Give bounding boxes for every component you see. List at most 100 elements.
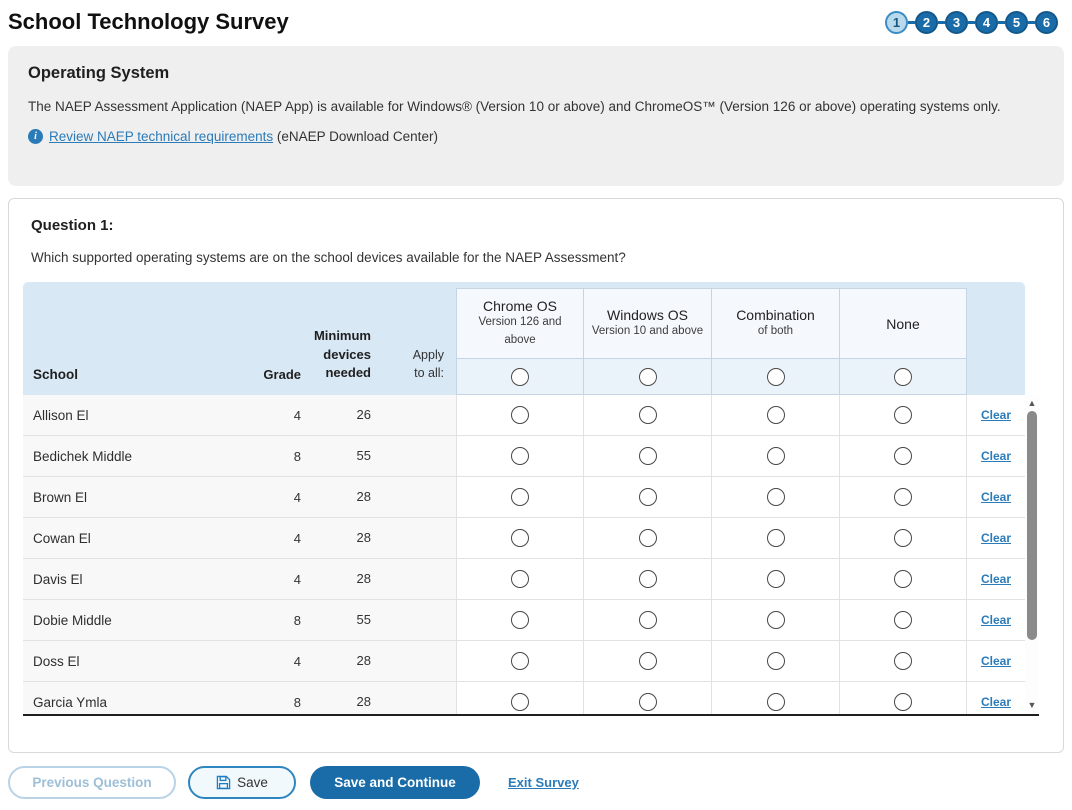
vertical-scrollbar[interactable]: ▲ ▼ <box>1025 395 1039 714</box>
grade-value: 4 <box>241 490 301 505</box>
radio-cell-windows-os <box>584 600 712 640</box>
radio-none[interactable] <box>894 488 912 506</box>
step-5[interactable]: 5 <box>1005 11 1028 34</box>
clear-row-link[interactable]: Clear <box>981 572 1011 586</box>
step-connector <box>938 21 945 24</box>
radio-combination[interactable] <box>767 693 785 711</box>
radio-cell-combination <box>712 518 840 558</box>
apply-all-cell <box>584 359 711 394</box>
radio-none[interactable] <box>894 652 912 670</box>
clear-row-link[interactable]: Clear <box>981 490 1011 504</box>
save-and-continue-button[interactable]: Save and Continue <box>310 766 480 799</box>
step-1[interactable]: 1 <box>885 11 908 34</box>
column-header-apply-to-all: Apply to all: <box>371 347 456 382</box>
table-row-dobie-middle: Dobie Middle855Clear <box>23 600 1025 641</box>
radio-windows-os[interactable] <box>639 652 657 670</box>
clear-row-link[interactable]: Clear <box>981 449 1011 463</box>
radio-combination[interactable] <box>767 447 785 465</box>
row-radio-cells <box>456 477 967 517</box>
radio-none[interactable] <box>894 529 912 547</box>
radio-chrome-os[interactable] <box>511 570 529 588</box>
column-header-school: School <box>23 367 241 382</box>
radio-windows-os[interactable] <box>639 529 657 547</box>
step-3[interactable]: 3 <box>945 11 968 34</box>
clear-cell: Clear <box>967 395 1025 435</box>
step-connector <box>1028 21 1035 24</box>
radio-combination[interactable] <box>767 611 785 629</box>
radio-combination[interactable] <box>767 529 785 547</box>
tech-requirements-link[interactable]: Review NAEP technical requirements <box>49 129 273 144</box>
radio-none[interactable] <box>894 406 912 424</box>
row-left-columns: Davis El428 <box>23 559 456 599</box>
radio-windows-os[interactable] <box>639 693 657 711</box>
radio-none[interactable] <box>894 611 912 629</box>
apply-all-radio-none[interactable] <box>894 368 912 386</box>
radio-cell-none <box>840 395 967 435</box>
scroll-down-icon[interactable]: ▼ <box>1025 698 1039 712</box>
apply-all-radio-chrome-os[interactable] <box>511 368 529 386</box>
step-2[interactable]: 2 <box>915 11 938 34</box>
scrollbar-thumb[interactable] <box>1027 411 1037 640</box>
radio-chrome-os[interactable] <box>511 488 529 506</box>
save-icon <box>216 775 231 790</box>
scroll-up-icon[interactable]: ▲ <box>1025 396 1039 410</box>
previous-question-button[interactable]: Previous Question <box>8 766 176 799</box>
radio-combination[interactable] <box>767 570 785 588</box>
grade-value: 8 <box>241 695 301 710</box>
radio-cell-combination <box>712 436 840 476</box>
exit-survey-link[interactable]: Exit Survey <box>508 775 579 790</box>
row-left-columns: Cowan El428 <box>23 518 456 558</box>
radio-windows-os[interactable] <box>639 570 657 588</box>
clear-row-link[interactable]: Clear <box>981 531 1011 545</box>
radio-chrome-os[interactable] <box>511 611 529 629</box>
radio-none[interactable] <box>894 693 912 711</box>
radio-combination[interactable] <box>767 406 785 424</box>
clear-row-link[interactable]: Clear <box>981 613 1011 627</box>
devices-value: 55 <box>301 447 371 465</box>
os-option-header-none: None <box>840 288 967 395</box>
step-4[interactable]: 4 <box>975 11 998 34</box>
radio-windows-os[interactable] <box>639 611 657 629</box>
radio-windows-os[interactable] <box>639 447 657 465</box>
os-option-subtitle: of both <box>758 323 793 340</box>
radio-chrome-os[interactable] <box>511 693 529 711</box>
radio-combination[interactable] <box>767 488 785 506</box>
apply-all-radio-combination[interactable] <box>767 368 785 386</box>
radio-combination[interactable] <box>767 652 785 670</box>
grade-value: 4 <box>241 531 301 546</box>
apply-all-radio-windows-os[interactable] <box>639 368 657 386</box>
radio-cell-windows-os <box>584 518 712 558</box>
table-body: Allison El426ClearBedichek Middle855Clea… <box>23 395 1025 714</box>
grade-value: 8 <box>241 613 301 628</box>
column-header-grade: Grade <box>241 367 301 382</box>
footer-actions: Previous Question Save Save and Continue… <box>8 766 1072 799</box>
save-button[interactable]: Save <box>188 766 296 799</box>
school-name: Davis El <box>23 572 241 587</box>
step-indicator: 123456 <box>885 11 1058 34</box>
radio-cell-chrome-os <box>456 559 584 599</box>
question-number: Question 1: <box>31 217 1063 234</box>
os-option-header-combination: Combinationof both <box>712 288 840 395</box>
radio-chrome-os[interactable] <box>511 447 529 465</box>
table-row-garcia-ymla: Garcia Ymla828Clear <box>23 682 1025 714</box>
radio-windows-os[interactable] <box>639 488 657 506</box>
clear-row-link[interactable]: Clear <box>981 408 1011 422</box>
clear-cell: Clear <box>967 682 1025 714</box>
radio-none[interactable] <box>894 570 912 588</box>
panel-heading: Operating System <box>28 64 1044 83</box>
radio-windows-os[interactable] <box>639 406 657 424</box>
radio-cell-chrome-os <box>456 436 584 476</box>
column-header-devices: Minimum devices needed <box>301 327 371 382</box>
radio-none[interactable] <box>894 447 912 465</box>
step-connector <box>968 21 975 24</box>
school-name: Bedichek Middle <box>23 449 241 464</box>
radio-chrome-os[interactable] <box>511 652 529 670</box>
radio-chrome-os[interactable] <box>511 406 529 424</box>
clear-row-link[interactable]: Clear <box>981 654 1011 668</box>
step-6[interactable]: 6 <box>1035 11 1058 34</box>
clear-row-link[interactable]: Clear <box>981 695 1011 709</box>
school-name: Brown El <box>23 490 241 505</box>
radio-chrome-os[interactable] <box>511 529 529 547</box>
table-header: School Grade Minimum devices needed Appl… <box>23 282 1025 395</box>
school-name: Doss El <box>23 654 241 669</box>
